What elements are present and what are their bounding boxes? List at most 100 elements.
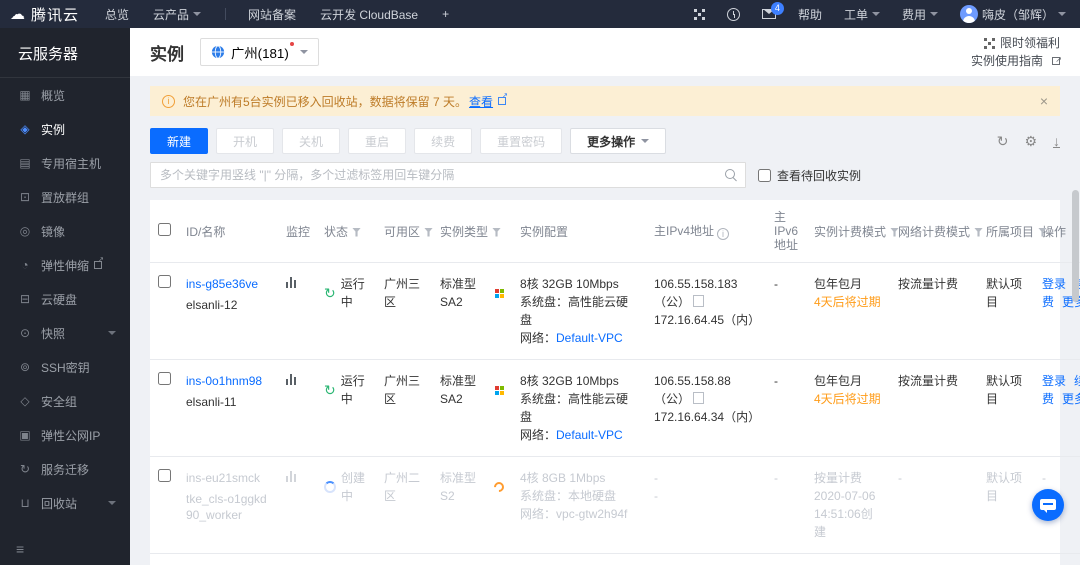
instance-guide-link[interactable]: 实例使用指南: [971, 51, 1062, 70]
close-icon[interactable]: ×: [1040, 93, 1048, 109]
sidebar-item-placement-groups[interactable]: ⊡ 置放群组: [0, 180, 130, 214]
select-all-checkbox[interactable]: [158, 223, 171, 236]
search-input[interactable]: [150, 162, 746, 188]
config-spec: 8核 32GB 10Mbps: [520, 277, 619, 291]
sidebar-item-label: 概览: [41, 88, 66, 103]
row-checkbox[interactable]: [158, 469, 171, 482]
messages-button[interactable]: 4: [761, 2, 784, 19]
config-net-label: 网络：: [520, 428, 557, 442]
copy-icon[interactable]: [693, 392, 705, 404]
sidebar-item-auto-scaling[interactable]: ◔ 弹性伸缩: [0, 248, 130, 282]
start-button[interactable]: 开机: [216, 128, 275, 154]
nav-overview[interactable]: 总览: [105, 6, 129, 23]
amd-cpu-icon: [495, 385, 504, 395]
sidebar-item-ssh-keys[interactable]: ⊚ SSH密钥: [0, 350, 130, 384]
search-icon[interactable]: [725, 169, 737, 181]
config-net-label: 网络：: [520, 331, 557, 345]
scrollbar-thumb[interactable]: [1072, 190, 1079, 302]
monitor-icon[interactable]: [286, 276, 296, 288]
filter-icon[interactable]: [424, 227, 434, 237]
region-selector[interactable]: 广州(181): [200, 38, 319, 66]
instance-name: elsanli-12: [186, 298, 238, 312]
filter-icon[interactable]: [974, 227, 984, 237]
sidebar-item-overview[interactable]: ▦ 概览: [0, 78, 130, 112]
private-ip: 172.16.64.34（内）: [654, 410, 761, 424]
recycle-filter-checkbox[interactable]: 查看待回收实例: [758, 167, 861, 184]
filter-icon[interactable]: [352, 227, 362, 237]
private-ip: -: [654, 489, 658, 503]
info-icon[interactable]: i: [717, 228, 730, 240]
vpc-link[interactable]: Default-VPC: [556, 331, 623, 345]
reset-password-button[interactable]: 重置密码: [480, 128, 563, 154]
chevron-down-icon: [641, 139, 650, 143]
refresh-icon[interactable]: ↻: [997, 133, 1009, 150]
sidebar-item-images[interactable]: ◎ 镜像: [0, 214, 130, 248]
sidebar-item-eip[interactable]: ▣ 弹性公网IP: [0, 418, 130, 452]
zone: 广州二区: [384, 471, 421, 503]
key-icon: ⊚: [19, 360, 31, 374]
nav-add-shortcut[interactable]: +: [442, 7, 449, 21]
promo-link[interactable]: 限时领福利: [971, 34, 1060, 52]
running-status-icon: ↻: [324, 382, 336, 398]
col-type: 实例类型: [440, 224, 489, 239]
scan-qr-button[interactable]: [693, 8, 705, 20]
sidebar-item-dedicated-hosts[interactable]: ▤ 专用宿主机: [0, 146, 130, 180]
billing-menu[interactable]: 费用: [902, 6, 938, 23]
nav-cloudbase[interactable]: 云开发 CloudBase: [320, 6, 418, 23]
renew-button[interactable]: 续费: [414, 128, 473, 154]
instance-id-link[interactable]: ins-0o1hnm98: [186, 374, 262, 388]
monitor-icon[interactable]: [286, 470, 296, 482]
sidebar-item-security-groups[interactable]: ◇ 安全组: [0, 384, 130, 418]
row-checkbox[interactable]: [158, 275, 171, 288]
chevron-down-icon: [871, 12, 880, 16]
tencent-cloud-logo[interactable]: ☁ 腾讯云: [10, 4, 79, 25]
nav-products[interactable]: 云产品: [153, 6, 202, 23]
ticket-menu[interactable]: 工单: [844, 6, 880, 23]
page-header: 实例 广州(181) 限时领福利 实例使用指南: [130, 28, 1080, 76]
instance-id-link[interactable]: ins-eu21smck: [186, 471, 260, 485]
gear-icon[interactable]: ⚙: [1024, 133, 1037, 150]
row-checkbox[interactable]: [158, 372, 171, 385]
vpc-link[interactable]: Default-VPC: [556, 428, 623, 442]
more-actions-button[interactable]: 更多操作: [570, 128, 667, 154]
qr-code-icon: [693, 8, 705, 20]
monitor-icon[interactable]: [286, 373, 296, 385]
checkbox[interactable]: [758, 168, 771, 182]
billing-expiry: 4天后将过期: [814, 392, 881, 406]
chat-support-button[interactable]: [1032, 489, 1064, 521]
sidebar-collapse-button[interactable]: ≡: [16, 541, 24, 557]
sidebar-item-cloud-disks[interactable]: ⊟ 云硬盘: [0, 282, 130, 316]
nav-products-label: 云产品: [153, 7, 190, 22]
message-count-badge: 4: [770, 2, 784, 15]
user-menu[interactable]: 嗨皮（邹辉）: [959, 5, 1066, 23]
vertical-scrollbar[interactable]: [1072, 160, 1079, 561]
sidebar-title: 云服务器: [0, 28, 130, 78]
ipv6: -: [774, 471, 778, 485]
banner-view-link[interactable]: 查看: [469, 93, 493, 110]
ipv6: -: [774, 277, 778, 291]
download-icon[interactable]: ↓: [1053, 134, 1060, 148]
col-actions: 操作: [1042, 224, 1067, 239]
network-billing: 按流量计费: [898, 374, 959, 388]
restart-button[interactable]: 重启: [348, 128, 407, 154]
sidebar-item-service-migration[interactable]: ↻ 服务迁移: [0, 452, 130, 486]
table-header-row: ID/名称 监控 状态 可用区 实例类型 实例配置 主IPv4地址 i 主IPv6…: [150, 200, 1080, 263]
sidebar-item-instances[interactable]: ◈ 实例: [0, 112, 130, 146]
status-text: 运行中: [340, 374, 365, 406]
nav-cloudbase-label: 云开发 CloudBase: [320, 7, 419, 22]
sidebar-item-snapshots[interactable]: ⊙ 快照: [0, 316, 130, 350]
chevron-down-icon: [193, 12, 202, 16]
col-id-name: ID/名称: [186, 224, 226, 239]
instance-id-link[interactable]: ins-g85e36ve: [186, 277, 258, 291]
help-menu[interactable]: 帮助: [798, 6, 822, 23]
login-action[interactable]: 登录: [1042, 374, 1066, 388]
history-button[interactable]: [726, 7, 740, 21]
cpu-arch-icon: [491, 479, 507, 495]
login-action[interactable]: 登录: [1042, 277, 1066, 291]
shutdown-button[interactable]: 关机: [282, 128, 341, 154]
copy-icon[interactable]: [693, 295, 705, 307]
nav-icp[interactable]: 网站备案: [248, 6, 296, 23]
sidebar-item-recycle-bin[interactable]: ⊔ 回收站: [0, 486, 130, 520]
create-button[interactable]: 新建: [150, 128, 209, 154]
filter-icon[interactable]: [492, 227, 502, 237]
